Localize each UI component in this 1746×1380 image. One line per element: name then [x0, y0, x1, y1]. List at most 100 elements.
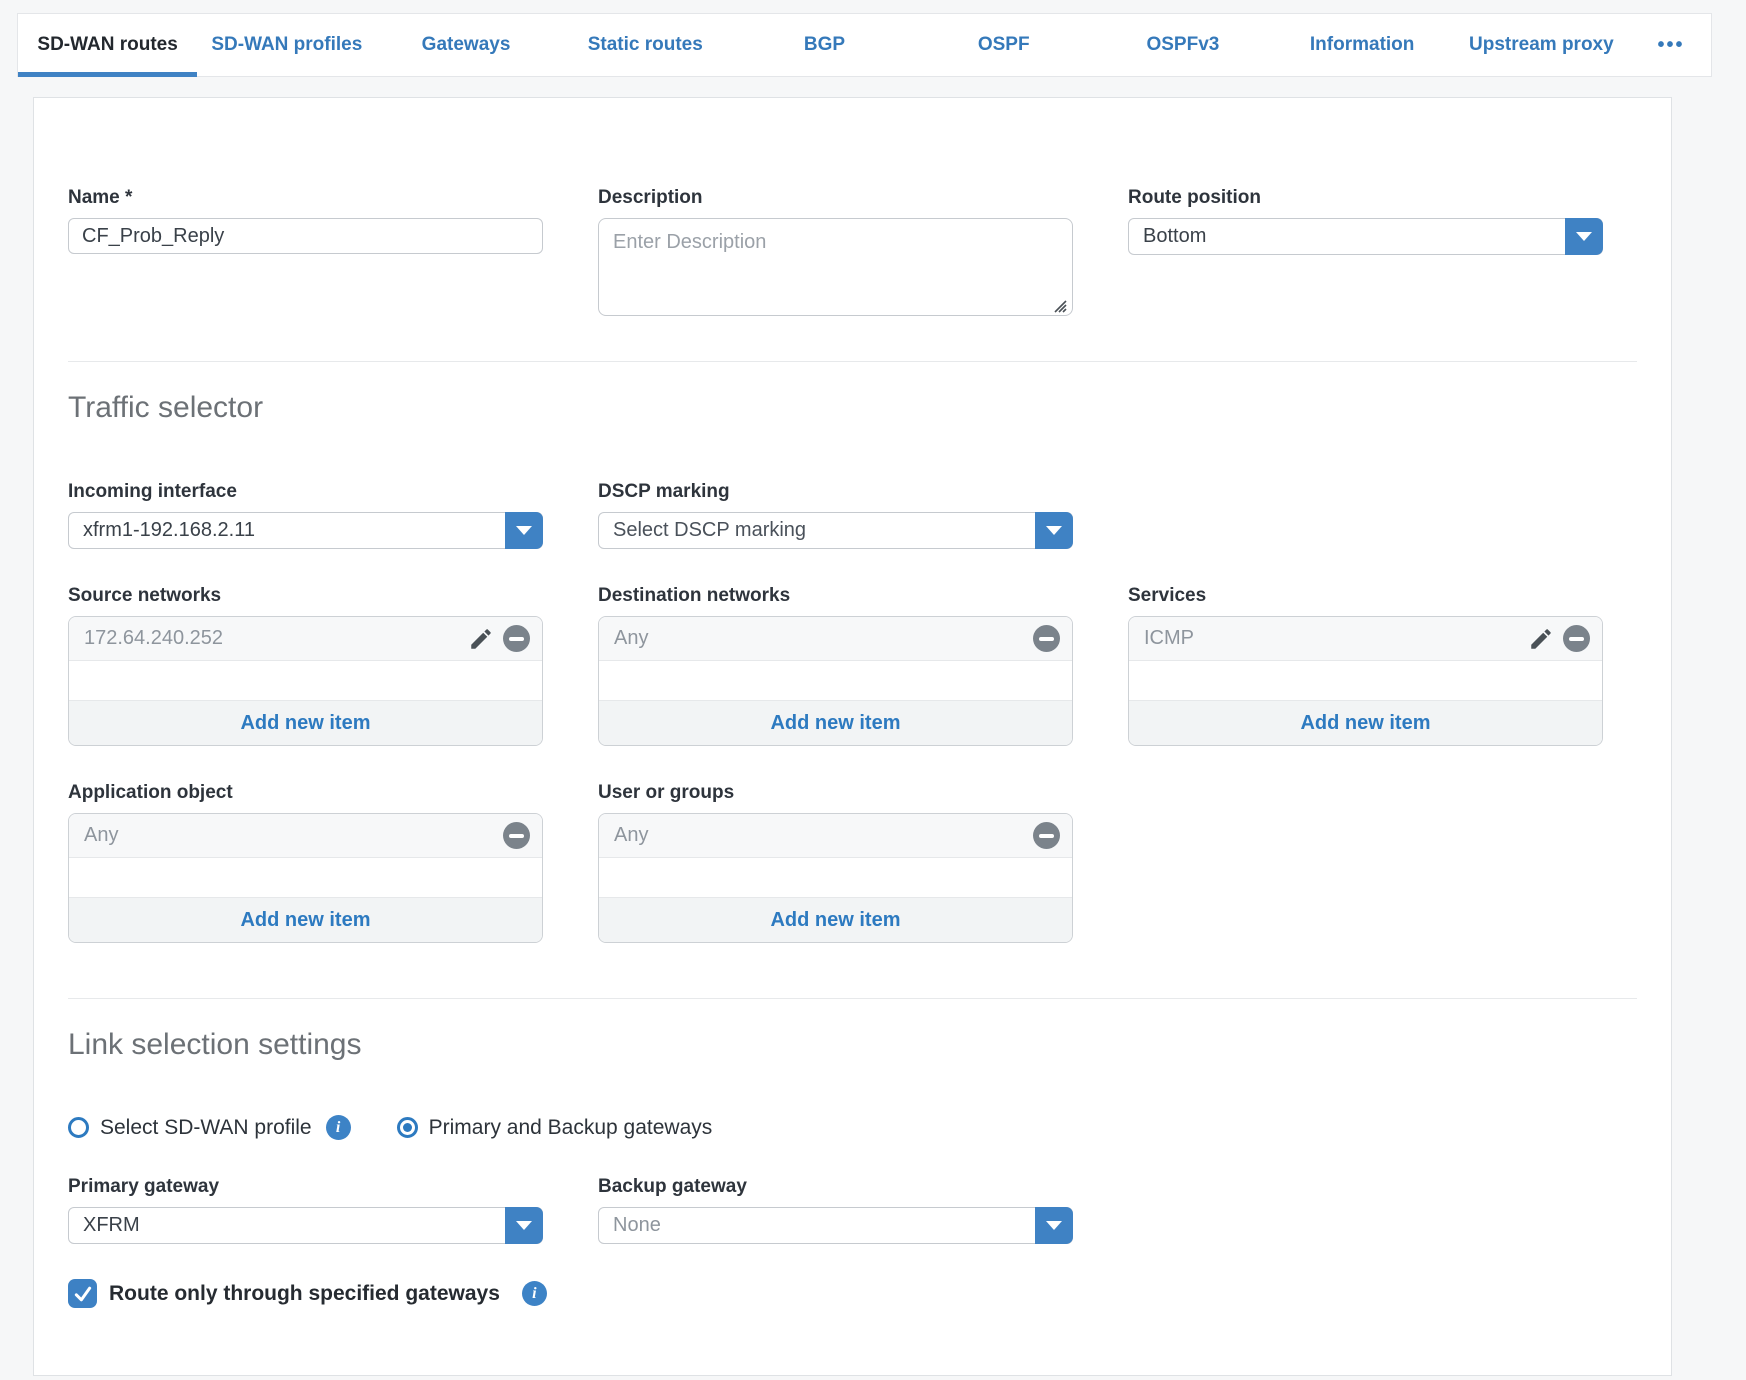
primary-gateway-select[interactable]: XFRM: [68, 1207, 543, 1244]
add-new-item-label: Add new item: [770, 712, 900, 735]
tab-upstream-proxy[interactable]: Upstream proxy: [1452, 14, 1631, 76]
user-or-groups-listbox: Any Add new item: [598, 813, 1073, 943]
list-item-text: Any: [614, 824, 1033, 847]
route-only-label[interactable]: Route only through specified gateways: [109, 1282, 500, 1306]
dscp-marking-field-group: DSCP marking Select DSCP marking: [598, 480, 1073, 549]
add-new-item-label: Add new item: [240, 712, 370, 735]
destination-networks-listbox: Any Add new item: [598, 616, 1073, 746]
tab-gateways[interactable]: Gateways: [376, 14, 555, 76]
add-new-item-label: Add new item: [770, 909, 900, 932]
incoming-interface-field-group: Incoming interface xfrm1-192.168.2.11: [68, 480, 543, 549]
list-empty-area: [599, 858, 1072, 897]
ellipsis-icon[interactable]: •••: [1631, 14, 1711, 76]
route-position-select[interactable]: Bottom: [1128, 218, 1603, 255]
add-new-item-button[interactable]: Add new item: [599, 897, 1072, 942]
chevron-down-icon[interactable]: [505, 512, 543, 549]
services-group: Services ICMP Add new item: [1128, 584, 1603, 746]
radio-label-sd-wan-profile[interactable]: Select SD-WAN profile: [100, 1116, 312, 1140]
sd-wan-route-editor-screen: SD-WAN routes SD-WAN profiles Gateways S…: [0, 0, 1746, 1380]
list-item-text: Any: [614, 627, 1033, 650]
add-new-item-button[interactable]: Add new item: [599, 700, 1072, 745]
source-networks-listbox: 172.64.240.252 Add new item: [68, 616, 543, 746]
check-icon: [73, 1284, 93, 1304]
list-item-text: 172.64.240.252: [84, 627, 468, 650]
backup-gateway-field-group: Backup gateway None: [598, 1175, 1073, 1244]
application-object-label: Application object: [68, 781, 543, 804]
list-item-text: Any: [84, 824, 503, 847]
minus-circle-icon[interactable]: [1033, 625, 1060, 652]
route-position-label: Route position: [1128, 186, 1603, 209]
info-icon[interactable]: i: [326, 1115, 351, 1140]
destination-networks-label: Destination networks: [598, 584, 1073, 607]
primary-gateway-field-group: Primary gateway XFRM: [68, 1175, 543, 1244]
route-position-value: Bottom: [1143, 219, 1557, 254]
primary-gateway-value: XFRM: [83, 1208, 497, 1243]
traffic-selector-title: Traffic selector: [68, 390, 1637, 426]
radio-label-primary-backup[interactable]: Primary and Backup gateways: [429, 1116, 713, 1140]
backup-gateway-value: None: [613, 1208, 1027, 1243]
source-networks-group: Source networks 172.64.240.252 Add: [68, 584, 543, 746]
pencil-icon[interactable]: [1528, 626, 1554, 652]
incoming-interface-select[interactable]: xfrm1-192.168.2.11: [68, 512, 543, 549]
tab-sd-wan-profiles[interactable]: SD-WAN profiles: [197, 14, 376, 76]
gateway-mode-radio-group: Select SD-WAN profile i Primary and Back…: [68, 1115, 1637, 1140]
list-item: Any: [69, 814, 542, 858]
tab-static-routes[interactable]: Static routes: [556, 14, 735, 76]
list-empty-area: [599, 661, 1072, 700]
backup-gateway-select[interactable]: None: [598, 1207, 1073, 1244]
route-only-checkbox[interactable]: [68, 1279, 97, 1308]
minus-circle-icon[interactable]: [1033, 822, 1060, 849]
add-new-item-button[interactable]: Add new item: [1129, 700, 1602, 745]
tab-information[interactable]: Information: [1273, 14, 1452, 76]
tab-ospfv3[interactable]: OSPFv3: [1093, 14, 1272, 76]
radio-primary-backup-gateways[interactable]: [397, 1117, 418, 1138]
minus-circle-icon[interactable]: [503, 822, 530, 849]
chevron-down-icon[interactable]: [1035, 512, 1073, 549]
dscp-marking-select[interactable]: Select DSCP marking: [598, 512, 1073, 549]
tab-bar: SD-WAN routes SD-WAN profiles Gateways S…: [17, 13, 1712, 77]
application-object-listbox: Any Add new item: [68, 813, 543, 943]
add-new-item-button[interactable]: Add new item: [69, 700, 542, 745]
list-item: 172.64.240.252: [69, 617, 542, 661]
services-listbox: ICMP Add new item: [1128, 616, 1603, 746]
dscp-marking-value: Select DSCP marking: [613, 513, 1027, 548]
radio-select-sd-wan-profile[interactable]: [68, 1117, 89, 1138]
overview-row: Name * Description Route position Bo: [68, 186, 1637, 321]
list-item: Any: [599, 814, 1072, 858]
user-or-groups-group: User or groups Any Add new item: [598, 781, 1073, 943]
info-icon[interactable]: i: [522, 1281, 547, 1306]
tab-sd-wan-routes[interactable]: SD-WAN routes: [18, 14, 197, 76]
incoming-interface-value: xfrm1-192.168.2.11: [83, 513, 497, 548]
primary-gateway-label: Primary gateway: [68, 1175, 543, 1198]
interface-row: Incoming interface xfrm1-192.168.2.11 DS…: [68, 480, 1637, 549]
user-or-groups-label: User or groups: [598, 781, 1073, 804]
minus-circle-icon[interactable]: [1563, 625, 1590, 652]
list-empty-area: [1129, 661, 1602, 700]
description-textarea[interactable]: [598, 218, 1073, 316]
add-new-item-label: Add new item: [240, 909, 370, 932]
section-divider: [68, 998, 1637, 999]
services-label: Services: [1128, 584, 1603, 607]
tab-bgp[interactable]: BGP: [735, 14, 914, 76]
chevron-down-icon[interactable]: [1035, 1207, 1073, 1244]
name-label: Name *: [68, 186, 543, 209]
add-new-item-button[interactable]: Add new item: [69, 897, 542, 942]
minus-circle-icon[interactable]: [503, 625, 530, 652]
source-networks-label: Source networks: [68, 584, 543, 607]
route-position-field-group: Route position Bottom: [1128, 186, 1603, 255]
list-item: Any: [599, 617, 1072, 661]
chevron-down-icon[interactable]: [1565, 218, 1603, 255]
gateway-row: Primary gateway XFRM Backup gateway None: [68, 1175, 1637, 1244]
tab-ospf[interactable]: OSPF: [914, 14, 1093, 76]
add-new-item-label: Add new item: [1300, 712, 1430, 735]
name-input[interactable]: [68, 218, 543, 254]
list-empty-area: [69, 661, 542, 700]
dscp-marking-label: DSCP marking: [598, 480, 1073, 503]
section-divider: [68, 361, 1637, 362]
destination-networks-group: Destination networks Any Add new item: [598, 584, 1073, 746]
link-selection-title: Link selection settings: [68, 1027, 1637, 1063]
incoming-interface-label: Incoming interface: [68, 480, 543, 503]
pencil-icon[interactable]: [468, 626, 494, 652]
chevron-down-icon[interactable]: [505, 1207, 543, 1244]
route-only-row: Route only through specified gateways i: [68, 1279, 1637, 1308]
